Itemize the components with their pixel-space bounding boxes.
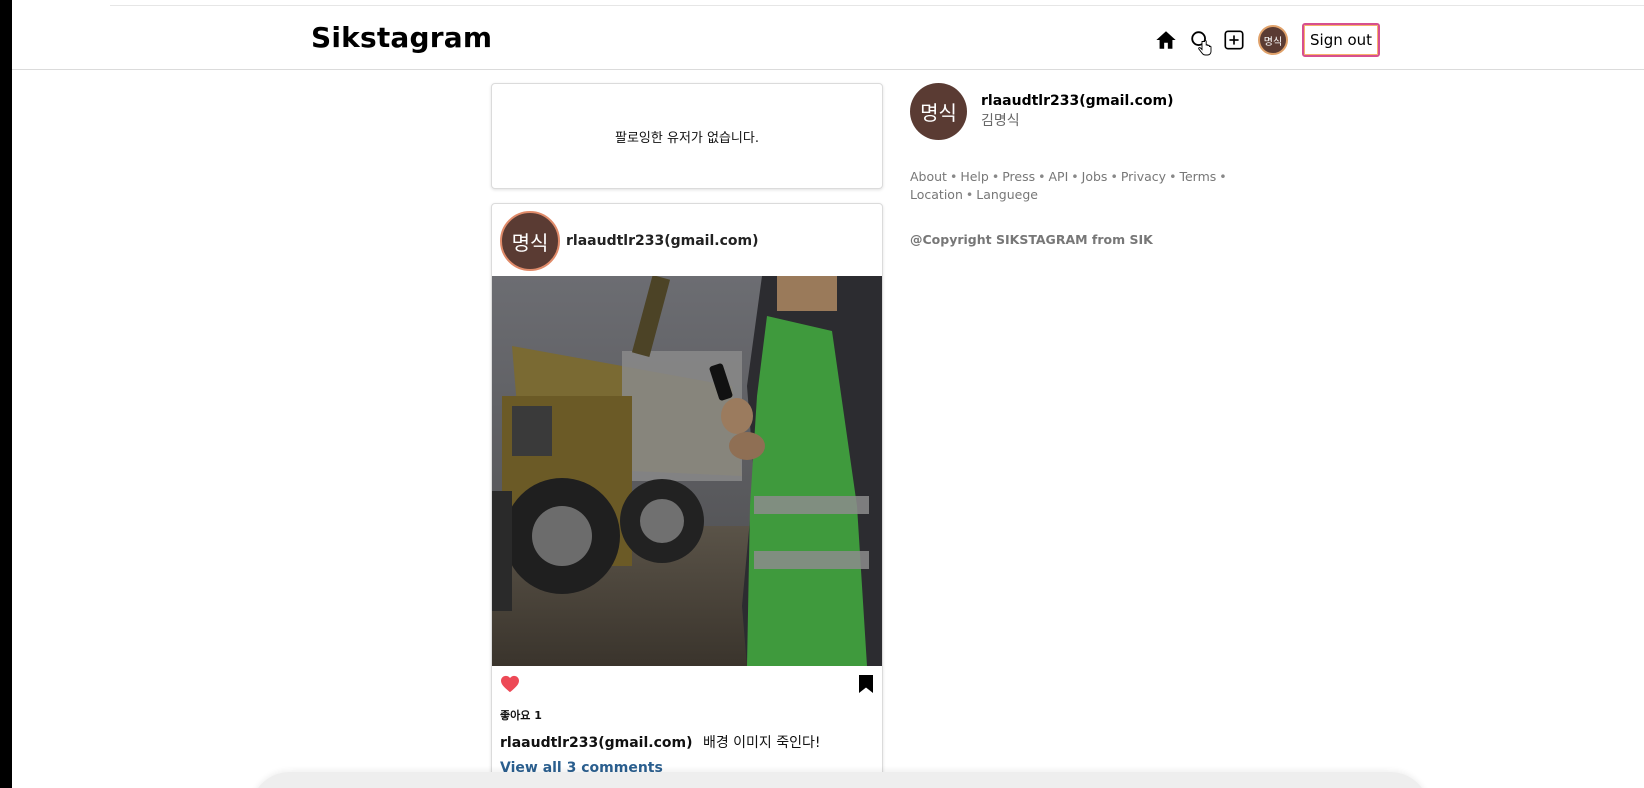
no-following-card: 팔로잉한 유저가 없습니다. bbox=[491, 83, 883, 189]
home-icon[interactable] bbox=[1154, 28, 1178, 52]
sidebar-username[interactable]: rlaaudtlr233(gmail.com) bbox=[981, 93, 1173, 109]
sidebar-profile: 명식 rlaaudtlr233(gmail.com) 김명식 bbox=[910, 83, 1230, 140]
separator: • bbox=[1071, 169, 1079, 184]
separator: • bbox=[991, 169, 1000, 184]
footer-link-privacy[interactable]: Privacy bbox=[1121, 169, 1166, 184]
post-caption: rlaaudtlr233(gmail.com) 배경 이미지 죽인다! bbox=[500, 732, 821, 752]
copyright-text: @Copyright SIKSTAGRAM from SIK bbox=[910, 232, 1153, 247]
no-following-message: 팔로잉한 유저가 없습니다. bbox=[615, 130, 759, 146]
separator: • bbox=[949, 169, 958, 184]
footer-link-location[interactable]: Location bbox=[910, 187, 963, 202]
separator: • bbox=[1038, 169, 1046, 184]
bottom-overlay bbox=[250, 772, 1430, 788]
heart-icon[interactable] bbox=[500, 675, 520, 698]
profile-avatar[interactable]: 명식 bbox=[1258, 25, 1288, 55]
caption-username[interactable]: rlaaudtlr233(gmail.com) bbox=[500, 735, 692, 751]
separator: • bbox=[1110, 169, 1118, 184]
footer-link-help[interactable]: Help bbox=[960, 169, 989, 184]
post-header: 명식 rlaaudtlr233(gmail.com) bbox=[500, 211, 758, 271]
nav-actions: 명식 Sign out bbox=[1154, 20, 1381, 60]
bookmark-icon[interactable] bbox=[858, 674, 874, 699]
post-image[interactable] bbox=[492, 276, 882, 666]
sidebar-names: rlaaudtlr233(gmail.com) 김명식 bbox=[981, 93, 1173, 130]
footer-link-about[interactable]: About bbox=[910, 169, 947, 184]
search-icon[interactable] bbox=[1188, 28, 1212, 56]
add-post-icon[interactable] bbox=[1222, 28, 1246, 52]
post-author-username[interactable]: rlaaudtlr233(gmail.com) bbox=[566, 233, 758, 249]
sign-out-button[interactable]: Sign out bbox=[1302, 23, 1381, 57]
feed-post: 명식 rlaaudtlr233(gmail.com) 좋아요 1 rlaaudt… bbox=[491, 203, 883, 788]
separator: • bbox=[1169, 169, 1177, 184]
post-author-avatar[interactable]: 명식 bbox=[500, 211, 560, 271]
footer-link-terms[interactable]: Terms bbox=[1179, 169, 1216, 184]
top-navbar: Sikstagram 명식 Sign out bbox=[12, 7, 1644, 70]
likes-count: 좋아요 1 bbox=[500, 709, 542, 722]
footer-link-api[interactable]: API bbox=[1049, 169, 1069, 184]
footer-link-press[interactable]: Press bbox=[1002, 169, 1035, 184]
footer-link-jobs[interactable]: Jobs bbox=[1082, 169, 1108, 184]
browser-top-bar bbox=[110, 0, 1644, 6]
hand-cursor-icon bbox=[1198, 40, 1212, 56]
footer-links: About • Help • Press • API • Jobs • Privacy • Terms •… bbox=[910, 168, 1227, 204]
caption-text: 배경 이미지 죽인다! bbox=[702, 735, 821, 751]
separator: • bbox=[965, 187, 974, 202]
app-logo[interactable]: Sikstagram bbox=[311, 21, 492, 54]
window-edge bbox=[0, 0, 12, 788]
right-sidebar: 명식 rlaaudtlr233(gmail.com) 김명식 About • Hel… bbox=[910, 83, 1230, 247]
sidebar-full-name: 김명식 bbox=[981, 113, 1020, 129]
sidebar-avatar[interactable]: 명식 bbox=[910, 83, 967, 140]
post-actions bbox=[500, 674, 874, 698]
separator: • bbox=[1219, 169, 1227, 184]
footer-link-language[interactable]: Languege bbox=[976, 187, 1038, 202]
